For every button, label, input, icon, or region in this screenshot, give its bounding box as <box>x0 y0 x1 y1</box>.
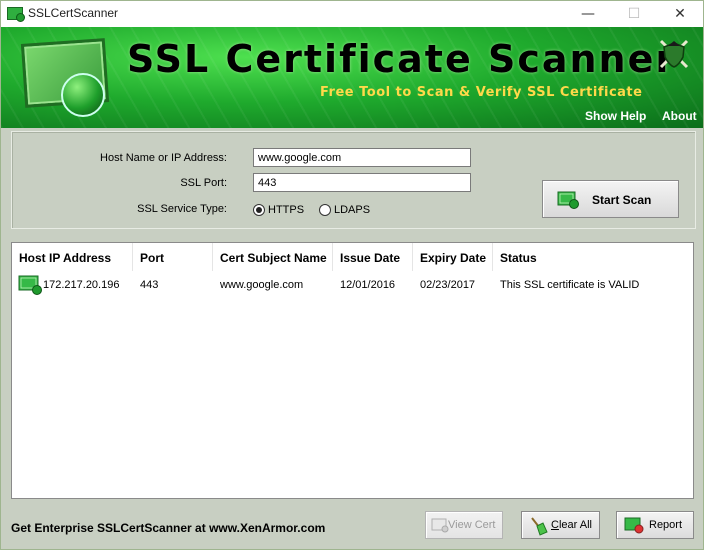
row-port: 443 <box>140 279 159 291</box>
app-icon <box>7 7 25 22</box>
globe-icon <box>61 73 105 117</box>
row-host-ip: 172.217.20.196 <box>43 279 120 291</box>
column-header-port[interactable]: Port <box>133 243 213 271</box>
report-button[interactable]: Report <box>616 511 694 539</box>
close-button[interactable]: ✕ <box>657 1 703 27</box>
results-table[interactable]: Host IP Address Port Cert Subject Name I… <box>11 242 694 499</box>
column-header-issue-date[interactable]: Issue Date <box>333 243 413 271</box>
shield-swords-icon <box>659 39 689 69</box>
row-issue-date: 12/01/2016 <box>340 279 396 291</box>
ldaps-radio-label[interactable]: LDAPS <box>334 204 370 216</box>
view-cert-icon <box>431 518 449 533</box>
view-cert-label: View Cert <box>448 519 496 531</box>
column-header-subject[interactable]: Cert Subject Name <box>213 243 333 271</box>
clear-all-label-rest: lear All <box>558 519 592 531</box>
host-label: Host Name or IP Address: <box>100 152 227 164</box>
banner-title: SSL Certificate Scanner <box>127 37 677 81</box>
service-type-label: SSL Service Type: <box>137 203 227 215</box>
https-radio[interactable] <box>253 204 265 216</box>
report-icon <box>624 517 644 534</box>
column-header-expiry-date[interactable]: Expiry Date <box>413 243 493 271</box>
scan-icon <box>557 191 579 209</box>
https-radio-label[interactable]: HTTPS <box>268 204 304 216</box>
row-expiry-date: 02/23/2017 <box>420 279 476 291</box>
row-status: This SSL certificate is VALID <box>500 279 640 291</box>
window-title: SSLCertScanner <box>28 6 119 20</box>
minimize-button[interactable]: — <box>565 1 611 27</box>
certificate-row-icon <box>18 275 42 295</box>
column-header-status[interactable]: Status <box>493 243 693 271</box>
column-header-host-ip[interactable]: Host IP Address <box>12 243 133 271</box>
banner-subtitle: Free Tool to Scan & Verify SSL Certifica… <box>320 85 643 100</box>
show-help-link[interactable]: Show Help <box>585 109 646 123</box>
port-input[interactable] <box>253 173 471 192</box>
start-scan-button[interactable]: Start Scan <box>542 180 679 218</box>
about-link[interactable]: About <box>662 109 697 123</box>
broom-icon <box>531 517 548 536</box>
clear-all-accelerator: C <box>551 519 559 531</box>
banner: SSL Certificate Scanner Free Tool to Sca… <box>1 27 703 128</box>
title-bar: SSLCertScanner — ☐ ✕ <box>1 1 703 27</box>
enterprise-promo-text: Get Enterprise SSLCertScanner at www.Xen… <box>11 521 326 535</box>
row-subject: www.google.com <box>220 279 304 291</box>
start-scan-label: Start Scan <box>592 193 652 207</box>
ldaps-radio[interactable] <box>319 204 331 216</box>
view-cert-button[interactable]: View Cert <box>425 511 503 539</box>
app-window: SSLCertScanner — ☐ ✕ SSL Certificate Sca… <box>0 0 704 550</box>
host-input[interactable] <box>253 148 471 167</box>
report-label: Report <box>649 519 683 531</box>
maximize-button[interactable]: ☐ <box>611 1 657 27</box>
clear-all-label: Clear All <box>551 519 592 531</box>
port-label: SSL Port: <box>180 177 227 189</box>
clear-all-button[interactable]: Clear All <box>521 511 600 539</box>
